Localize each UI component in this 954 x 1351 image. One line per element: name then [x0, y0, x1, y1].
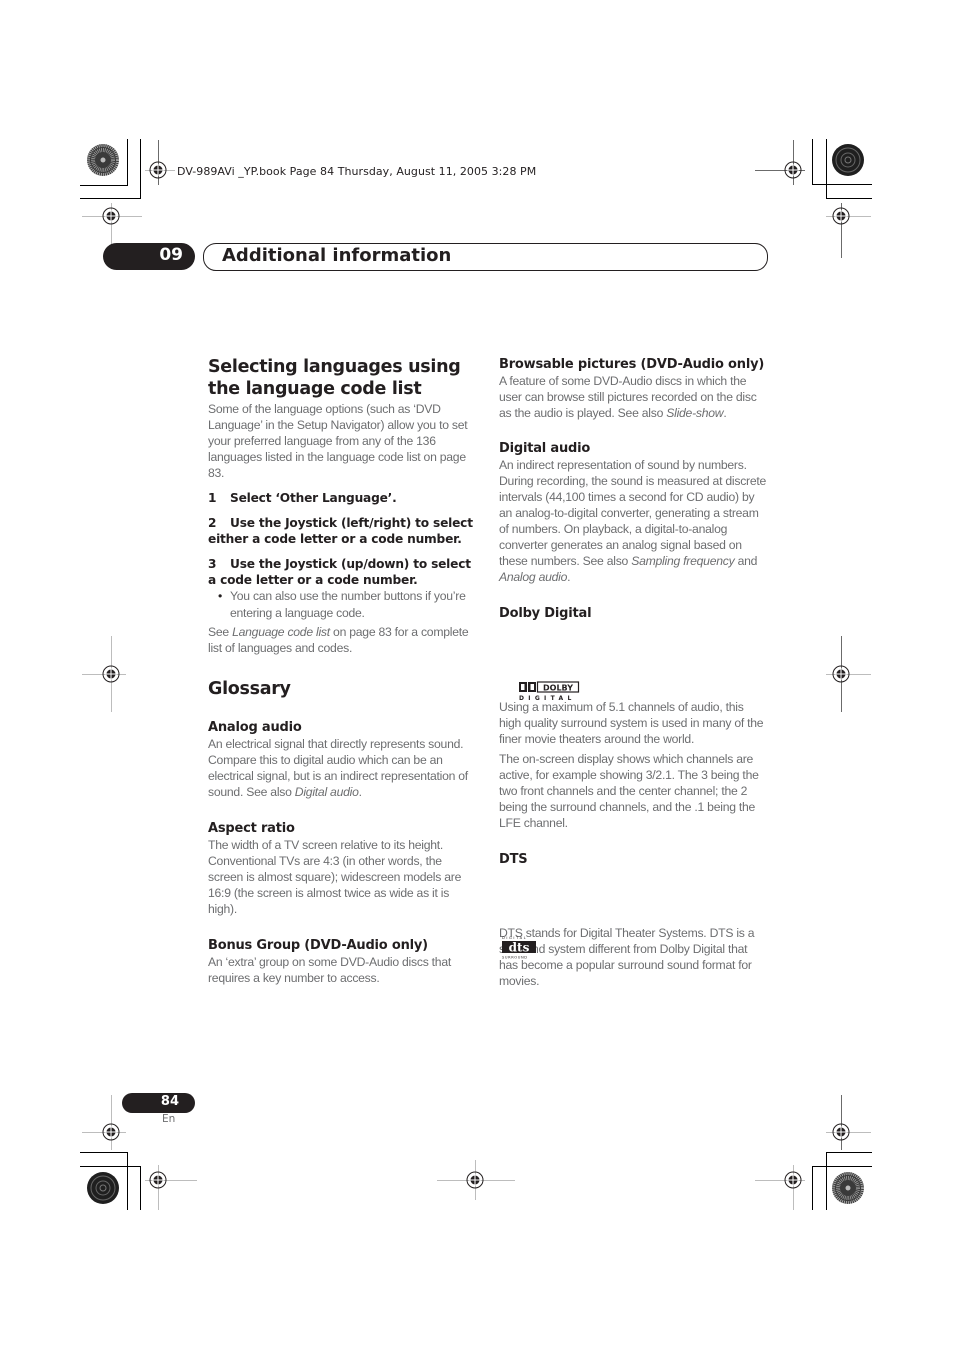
glossary-title: Glossary — [208, 679, 291, 699]
glossary-term: Bonus Group (DVD-Audio only) — [208, 938, 428, 953]
step-number: 2 — [208, 516, 217, 530]
starburst-target-icon — [86, 1171, 120, 1205]
glossary-definition: DTS stands for Digital Theater Systems. … — [499, 926, 755, 988]
dolby-double-d-icon: DOLBY DIGITAL — [519, 681, 580, 702]
definition-end: . — [358, 785, 362, 799]
definition-text: An indirect representation of sound by n… — [499, 458, 767, 568]
registration-target-icon — [466, 1171, 484, 1189]
registration-target-icon — [784, 1171, 802, 1189]
registration-target-icon — [149, 1171, 167, 1189]
glossary-term: Browsable pictures (DVD-Audio only) — [499, 357, 765, 372]
starburst-target-icon — [86, 143, 120, 177]
cross-reference: Slide-show — [666, 406, 724, 420]
glossary-definition: An ‘extra’ group on some DVD-Audio discs… — [208, 955, 452, 985]
see-also-prefix: See — [208, 625, 233, 639]
dolby-digital-logo: DOLBY DIGITAL — [519, 681, 581, 702]
step-2: 2 Use the Joystick (left/right) to select… — [208, 515, 476, 547]
dolby-digital-subtext: DIGITAL — [519, 695, 576, 701]
registration-target-icon — [832, 665, 850, 683]
chapter-title: Additional information — [222, 245, 452, 266]
registration-target-icon — [149, 161, 167, 179]
registration-target-icon — [102, 665, 120, 683]
chapter-title-box: Additional information — [203, 243, 768, 271]
crop-mark — [80, 1152, 127, 1153]
glossary-definition: The on-screen display shows which channe… — [499, 752, 759, 830]
glossary-definition: Using a maximum of 5.1 channels of audio… — [499, 700, 764, 746]
step-3: 3 Use the Joystick (up/down) to select a … — [208, 556, 476, 588]
right-column: Browsable pictures (DVD-Audio only) A fe… — [499, 356, 767, 989]
step-1: 1 Select ‘Other Language’. — [208, 490, 476, 506]
glossary-term: Dolby Digital — [499, 606, 592, 621]
definition-mid: and — [734, 554, 758, 568]
cross-reference: Language code list — [232, 625, 330, 639]
crop-mark — [812, 1166, 813, 1210]
page-number-badge: 84 — [122, 1093, 195, 1113]
step-number: 1 — [208, 491, 217, 505]
step-text: Select ‘Other Language’. — [230, 491, 397, 505]
cross-reference: Digital audio — [294, 785, 359, 799]
registration-target-icon — [832, 1123, 850, 1141]
glossary-term: DTS — [499, 852, 528, 867]
glossary-definition: An indirect representation of sound by n… — [499, 457, 767, 585]
see-also-paragraph: See Language code list on page 83 for a … — [208, 624, 476, 656]
crop-mark — [127, 1152, 128, 1210]
registration-target-icon — [784, 161, 802, 179]
crop-mark — [80, 198, 141, 199]
glossary-term: Digital audio — [499, 441, 591, 456]
glossary-entry: DTS DTS stands for Digital Theater Syste… — [499, 851, 767, 989]
bullet-note: • You can also use the number buttons if … — [208, 588, 476, 621]
glossary-term: Aspect ratio — [208, 821, 295, 836]
crop-mark — [812, 1166, 872, 1167]
crop-mark — [812, 184, 872, 185]
crop-mark — [826, 198, 872, 199]
glossary-entry: Analog audio An electrical signal that d… — [208, 719, 476, 800]
glossary-entry: Digital audio An indirect representation… — [499, 440, 767, 585]
glossary-definition: The width of a TV screen relative to its… — [208, 838, 462, 916]
crop-mark — [140, 1166, 141, 1210]
glossary-entry: Browsable pictures (DVD-Audio only) A fe… — [499, 356, 767, 421]
starburst-target-icon — [831, 1171, 865, 1205]
crop-mark — [826, 139, 827, 199]
crop-mark — [140, 139, 141, 199]
step-text: Use the Joystick (up/down) to select a c… — [208, 557, 471, 587]
chapter-number: 09 — [159, 245, 183, 265]
left-column: Selecting languages using the language c… — [208, 356, 476, 986]
dts-digital-surround-logo: DIGITAL dts SURROUND — [501, 935, 537, 960]
glossary-definition: An electrical signal that directly repre… — [208, 736, 476, 800]
crop-mark — [127, 139, 128, 185]
registration-target-icon — [102, 1123, 120, 1141]
definition-end: . — [567, 570, 571, 584]
cross-reference: Analog audio — [499, 570, 568, 584]
registration-target-icon — [102, 207, 120, 225]
crop-mark — [80, 185, 128, 186]
glossary-entry: Aspect ratio The width of a TV screen re… — [208, 820, 476, 917]
page-language: En — [162, 1113, 176, 1125]
logo-spacer — [499, 868, 767, 925]
crop-mark — [826, 1152, 872, 1153]
page-number: 84 — [160, 1094, 179, 1109]
starburst-target-icon — [831, 143, 865, 177]
crop-mark — [812, 139, 813, 185]
registration-target-icon — [832, 207, 850, 225]
svg-text:dts: dts — [509, 941, 530, 955]
step-text: Use the Joystick (left/right) to select … — [208, 516, 473, 546]
section-title: Selecting languages using the language c… — [208, 357, 461, 399]
bullet-icon: • — [218, 589, 223, 603]
print-slug: DV-989AVi _YP.book Page 84 Thursday, Aug… — [177, 165, 537, 178]
glossary-definition: A feature of some DVD-Audio discs in whi… — [499, 373, 767, 421]
svg-text:SURROUND: SURROUND — [502, 956, 528, 960]
bullet-text: You can also use the number buttons if y… — [230, 589, 466, 620]
intro-paragraph: Some of the language options (such as ‘D… — [208, 402, 468, 480]
step-number: 3 — [208, 557, 217, 571]
glossary-entry: Bonus Group (DVD-Audio only) An ‘extra’ … — [208, 937, 476, 986]
dolby-wordmark: DOLBY — [543, 683, 573, 692]
crop-mark — [826, 1152, 827, 1210]
svg-text:DIGITAL: DIGITAL — [502, 936, 527, 940]
chapter-number-badge: 09 — [103, 243, 195, 270]
glossary-term: Analog audio — [208, 720, 302, 735]
glossary-entry: Dolby Digital Using a maximum of 5.1 cha… — [499, 605, 767, 831]
cross-reference: Sampling frequency — [631, 554, 735, 568]
crop-mark — [80, 1166, 141, 1167]
definition-end: . — [723, 406, 727, 420]
